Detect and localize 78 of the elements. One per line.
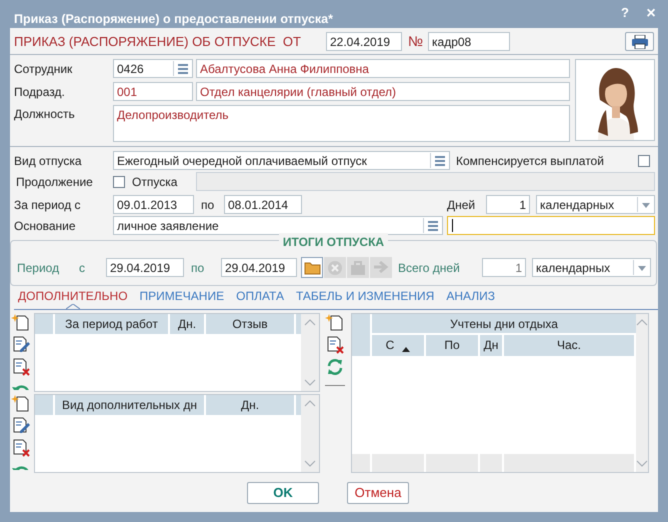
compensated-checkbox[interactable] <box>638 154 650 166</box>
folder-button[interactable] <box>301 257 323 278</box>
delete-button[interactable] <box>11 438 31 458</box>
leave-type-label: Вид отпуска <box>14 152 82 170</box>
chevron-up-icon <box>304 399 316 407</box>
sort-ascending-icon <box>402 347 410 352</box>
total-unit-select[interactable]: календарных <box>532 258 651 277</box>
column-header[interactable]: С <box>372 335 426 356</box>
totals-from-field[interactable]: 29.04.2019 <box>106 258 184 277</box>
chevron-up-icon <box>304 318 316 326</box>
refresh-icon <box>325 357 345 377</box>
totals-to-label: по <box>190 260 206 276</box>
column-header[interactable]: Дн. <box>170 314 206 334</box>
position-label: Должность <box>14 106 76 123</box>
tab[interactable]: ПРИМЕЧАНИЕ <box>140 289 224 309</box>
add-button[interactable] <box>325 313 345 333</box>
tab[interactable]: ТАБЕЛЬ И ИЗМЕНЕНИЯ <box>296 289 434 309</box>
date-field[interactable]: 22.04.2019 <box>326 32 402 51</box>
total-days-label: Всего дней <box>398 260 461 276</box>
employee-label: Сотрудник <box>14 60 74 78</box>
column-header[interactable]: Дн. <box>206 395 296 415</box>
edit-button[interactable] <box>11 416 31 436</box>
position-field[interactable]: Делопроизводитель <box>113 105 570 142</box>
period-label: За период с <box>14 196 82 214</box>
totals-from-label: с <box>79 260 86 276</box>
number-field[interactable]: кадр08 <box>428 32 510 51</box>
chevron-up-icon <box>636 318 648 326</box>
tab[interactable]: ОПЛАТА <box>236 289 284 309</box>
compensated-label: Компенсируется выплатой <box>456 152 605 170</box>
chevron-down-icon <box>636 460 648 468</box>
total-days-field[interactable]: 1 <box>482 258 526 277</box>
employee-name-field[interactable]: Абалтусова Анна Филипповна <box>196 59 570 78</box>
column-header[interactable]: По <box>426 335 480 356</box>
window-title: Приказ (Распоряжение) о предоставлении отпуска* <box>14 11 333 28</box>
edit-button[interactable] <box>11 335 31 355</box>
continuation-checkbox[interactable] <box>113 176 125 188</box>
leave-type-field[interactable]: Ежегодный очередной оплачиваемый отпуск <box>113 151 450 170</box>
employee-code-field[interactable]: 0426 <box>113 59 193 78</box>
days-label: Дней <box>447 196 476 214</box>
days-unit-select[interactable]: календарных <box>536 195 655 214</box>
leave-label: Отпуска <box>132 174 178 190</box>
continuation-label: Продолжение <box>15 174 94 190</box>
cancel-button[interactable]: Отмена <box>347 482 409 504</box>
department-code-field[interactable]: 001 <box>113 82 193 101</box>
column-header[interactable]: Вид дополнительных дн <box>55 395 206 415</box>
new-document-icon <box>325 313 345 333</box>
document-heading: ПРИКАЗ (РАСПОРЯЖЕНИЕ) ОБ ОТПУСКЕ ОТ <box>14 32 302 51</box>
scrollbar[interactable] <box>301 395 319 472</box>
department-name-field[interactable]: Отдел канцелярии (главный отдел) <box>196 82 570 101</box>
print-button[interactable] <box>625 32 654 51</box>
briefcase-icon <box>349 258 367 276</box>
printer-icon <box>630 34 648 48</box>
add-button[interactable] <box>11 313 31 333</box>
days-field[interactable]: 1 <box>486 195 530 214</box>
period-to-label: по <box>200 196 216 214</box>
totals-to-field[interactable]: 29.04.2019 <box>221 258 297 277</box>
tab[interactable]: ДОПОЛНИТЕЛЬНО <box>18 289 128 309</box>
delete-document-icon <box>325 335 345 355</box>
column-header[interactable]: За период работ <box>55 314 170 334</box>
scrollbar[interactable] <box>636 314 648 472</box>
delete-button[interactable] <box>325 335 345 355</box>
add-button[interactable] <box>11 394 31 414</box>
delete-button[interactable] <box>11 357 31 377</box>
chevron-down-icon <box>304 460 316 468</box>
ok-button[interactable]: OK <box>247 482 319 504</box>
column-header[interactable]: Дн <box>480 335 504 356</box>
chevron-down-icon <box>304 379 316 387</box>
period-from-field[interactable]: 09.01.2013 <box>113 195 194 214</box>
department-label: Подразд. <box>14 84 66 100</box>
clear-icon <box>326 258 344 276</box>
scrollbar[interactable] <box>301 314 319 391</box>
basis-label: Основание <box>14 218 77 234</box>
basis-field[interactable]: личное заявление <box>113 216 443 235</box>
totals-period-label: Период <box>17 260 60 276</box>
column-header[interactable]: Отзыв <box>206 314 296 334</box>
number-label: № <box>408 32 424 51</box>
period-to-field[interactable]: 08.01.2014 <box>224 195 302 214</box>
tab[interactable]: АНАЛИЗ <box>446 289 495 309</box>
